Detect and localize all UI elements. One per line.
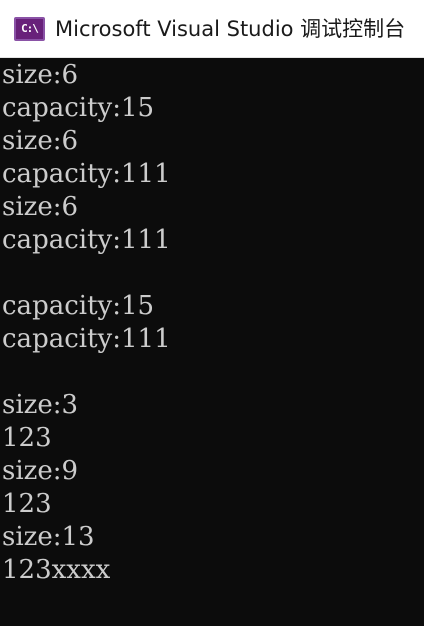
console-window: C:\ Microsoft Visual Studio 调试控制台 size:6… — [0, 0, 424, 626]
console-line: size:9 — [2, 456, 79, 486]
console-line: capacity:15 — [2, 291, 155, 321]
visual-studio-console-icon[interactable]: C:\ — [14, 17, 45, 41]
console-line: size:6 — [2, 126, 79, 156]
console-line: 123xxxx — [2, 555, 111, 585]
title-bar[interactable]: C:\ Microsoft Visual Studio 调试控制台 — [0, 0, 424, 58]
console-line: size:13 — [2, 522, 95, 552]
console-line: size:6 — [2, 60, 79, 90]
console-line: capacity:15 — [2, 93, 155, 123]
console-output[interactable]: size:6 capacity:15 size:6 capacity:111 s… — [0, 58, 424, 626]
console-line: capacity:111 — [2, 324, 171, 354]
console-line: size:3 — [2, 390, 79, 420]
console-line: 123 — [2, 423, 52, 453]
console-line: 123 — [2, 489, 52, 519]
console-line: capacity:111 — [2, 225, 171, 255]
window-title: Microsoft Visual Studio 调试控制台 — [55, 17, 406, 41]
console-line: capacity:111 — [2, 159, 171, 189]
console-line: size:6 — [2, 192, 79, 222]
